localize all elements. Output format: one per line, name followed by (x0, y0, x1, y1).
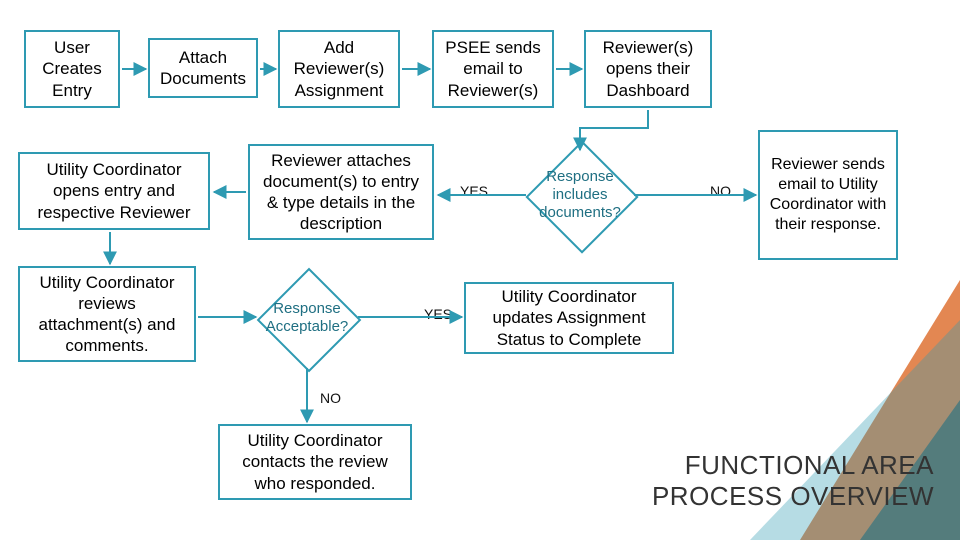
node-utility-coord-reviews: Utility Coordinator reviews attachment(s… (18, 266, 196, 362)
decision-label: Response Acceptable? (252, 293, 362, 343)
node-reviewer-attaches-docs: Reviewer attaches document(s) to entry &… (248, 144, 434, 240)
node-label: Reviewer(s) opens their Dashboard (592, 37, 704, 101)
node-psee-sends-email: PSEE sends email to Reviewer(s) (432, 30, 554, 108)
node-status-complete: Utility Coordinator updates Assignment S… (464, 282, 674, 354)
node-attach-documents: Attach Documents (148, 38, 258, 98)
diagram-title: FUNCTIONAL AREA PROCESS OVERVIEW (634, 450, 934, 512)
edge-label-yes: YES (424, 306, 452, 322)
node-label: Reviewer sends email to Utility Coordina… (766, 155, 890, 235)
edge-label-no: NO (320, 390, 341, 406)
node-utility-coord-opens-entry: Utility Coordinator opens entry and resp… (18, 152, 210, 230)
node-label: Attach Documents (156, 47, 250, 90)
edge-label-yes: YES (460, 183, 488, 199)
node-contacts-reviewer: Utility Coordinator contacts the review … (218, 424, 412, 500)
node-user-creates-entry: User Creates Entry (24, 30, 120, 108)
node-add-reviewer-assignment: Add Reviewer(s) Assignment (278, 30, 400, 108)
edge-label-no: NO (710, 183, 731, 199)
node-label: Add Reviewer(s) Assignment (286, 37, 392, 101)
node-label: Utility Coordinator contacts the review … (226, 430, 404, 494)
node-label: Utility Coordinator opens entry and resp… (26, 159, 202, 223)
node-label: Reviewer attaches document(s) to entry &… (256, 150, 426, 235)
node-reviewer-opens-dashboard: Reviewer(s) opens their Dashboard (584, 30, 712, 108)
node-label: Utility Coordinator updates Assignment S… (472, 286, 666, 350)
node-label: Utility Coordinator reviews attachment(s… (26, 272, 188, 357)
node-label: User Creates Entry (32, 37, 112, 101)
node-reviewer-sends-email: Reviewer sends email to Utility Coordina… (758, 130, 898, 260)
decision-label: Response includes documents? (524, 166, 636, 224)
node-label: PSEE sends email to Reviewer(s) (440, 37, 546, 101)
flowchart-canvas: User Creates Entry Attach Documents Add … (0, 0, 960, 540)
